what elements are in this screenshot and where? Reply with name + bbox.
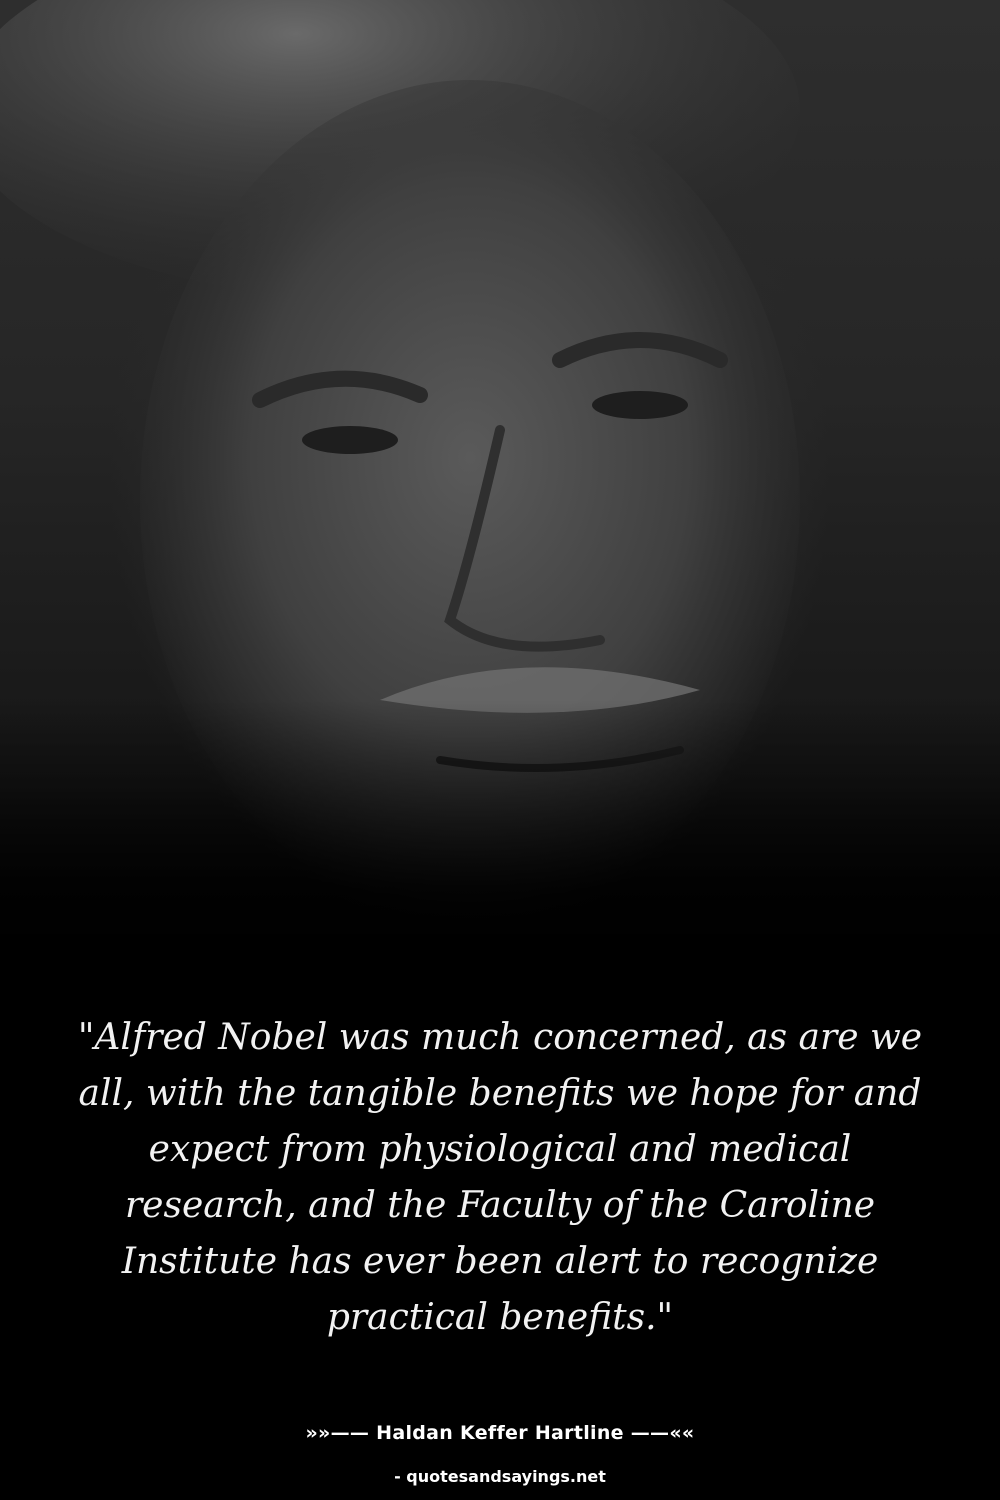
source-site: - quotesandsayings.net [394, 1467, 606, 1486]
author-attribution: »»—— Haldan Keffer Hartline ——«« [305, 1422, 695, 1444]
bottom-fade [0, 700, 1000, 1020]
quote-poster: "Alfred Nobel was much concerned, as are… [0, 0, 1000, 1500]
quote-text: "Alfred Nobel was much concerned, as are… [77, 1017, 923, 1338]
right-eye [592, 391, 688, 419]
left-eye [302, 426, 398, 454]
